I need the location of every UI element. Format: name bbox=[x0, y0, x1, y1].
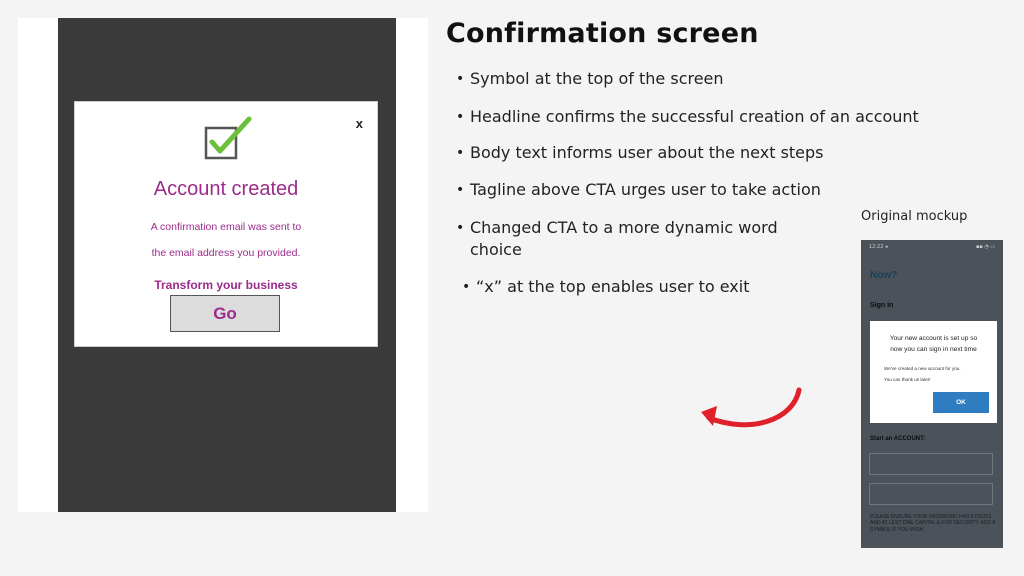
bullet-item: • Symbol at the top of the screen bbox=[456, 68, 724, 90]
bullet-item: • Body text informs user about the next … bbox=[456, 142, 824, 164]
original-input-field[interactable] bbox=[869, 483, 993, 505]
redesign-mockup-panel: x Account created A confirmation email w… bbox=[18, 18, 428, 512]
modal-body: A confirmation email was sent to the ema… bbox=[75, 214, 377, 266]
modal-body-line2: the email address you provided. bbox=[151, 247, 301, 259]
close-button[interactable]: x bbox=[356, 116, 363, 131]
original-modal-body-line1: We've created a new account for you. bbox=[884, 366, 961, 371]
modal-tagline: Transform your business bbox=[154, 278, 298, 292]
slide-heading: Confirmation screen bbox=[446, 18, 759, 49]
bullet-item: • Changed CTA to a more dynamic word cho… bbox=[456, 217, 796, 261]
status-icons: ▪▪ ◔ ▭ bbox=[975, 244, 995, 250]
original-modal-body: We've created a new account for you. You… bbox=[884, 363, 991, 385]
modal-title: Account created bbox=[153, 178, 299, 200]
original-header: Now? bbox=[870, 270, 898, 281]
original-modal-body-line2: You can thank us later! bbox=[884, 377, 931, 382]
curved-arrow-icon bbox=[695, 382, 807, 438]
confirmation-modal: x Account created A confirmation email w… bbox=[74, 101, 378, 347]
bullet-dot: • bbox=[456, 145, 465, 161]
bullet-text: Body text informs user about the next st… bbox=[470, 143, 824, 162]
original-modal: Your new account is set up so now you ca… bbox=[870, 321, 997, 423]
bullet-dot: • bbox=[456, 182, 465, 198]
status-time: 12:22 ◂ bbox=[869, 244, 888, 250]
bullet-text: Tagline above CTA urges user to take act… bbox=[470, 180, 821, 199]
bullet-dot: • bbox=[456, 220, 465, 236]
bullet-dot: • bbox=[456, 109, 465, 125]
original-ok-button[interactable]: OK bbox=[933, 392, 989, 413]
original-start-account: Start an ACCOUNT: bbox=[870, 436, 926, 442]
original-modal-title-line1: Your new account is set up so bbox=[889, 335, 978, 342]
bullet-text: “x” at the top enables user to exit bbox=[476, 277, 750, 296]
checkbox-check-icon bbox=[203, 116, 253, 162]
original-mockup-label: Original mockup bbox=[861, 209, 968, 224]
phone-background: x Account created A confirmation email w… bbox=[58, 18, 396, 512]
original-input-field[interactable] bbox=[869, 453, 993, 475]
original-password-note: PLEASE ENSURE YOUR PASSWORD HAS 8 DIGITS… bbox=[870, 514, 996, 533]
modal-body-line1: A confirmation email was sent to bbox=[150, 221, 302, 233]
original-modal-title: Your new account is set up so now you ca… bbox=[870, 333, 997, 355]
bullet-item: • Tagline above CTA urges user to take a… bbox=[456, 179, 821, 201]
bullet-text: Symbol at the top of the screen bbox=[470, 69, 724, 88]
go-button[interactable]: Go bbox=[170, 295, 280, 332]
bullet-text: Headline confirms the successful creatio… bbox=[470, 107, 919, 126]
bullet-item: • “x” at the top enables user to exit bbox=[462, 276, 749, 298]
bullet-text: Changed CTA to a more dynamic word choic… bbox=[470, 218, 778, 259]
bullet-item: • Headline confirms the successful creat… bbox=[456, 106, 919, 128]
original-mockup-phone: 12:22 ◂ ▪▪ ◔ ▭ Now? Sign in Your new acc… bbox=[861, 240, 1003, 548]
original-modal-title-line2: now you can sign in next time bbox=[890, 346, 977, 353]
original-sign-in: Sign in bbox=[870, 302, 894, 309]
bullet-dot: • bbox=[462, 279, 471, 295]
bullet-dot: • bbox=[456, 71, 465, 87]
